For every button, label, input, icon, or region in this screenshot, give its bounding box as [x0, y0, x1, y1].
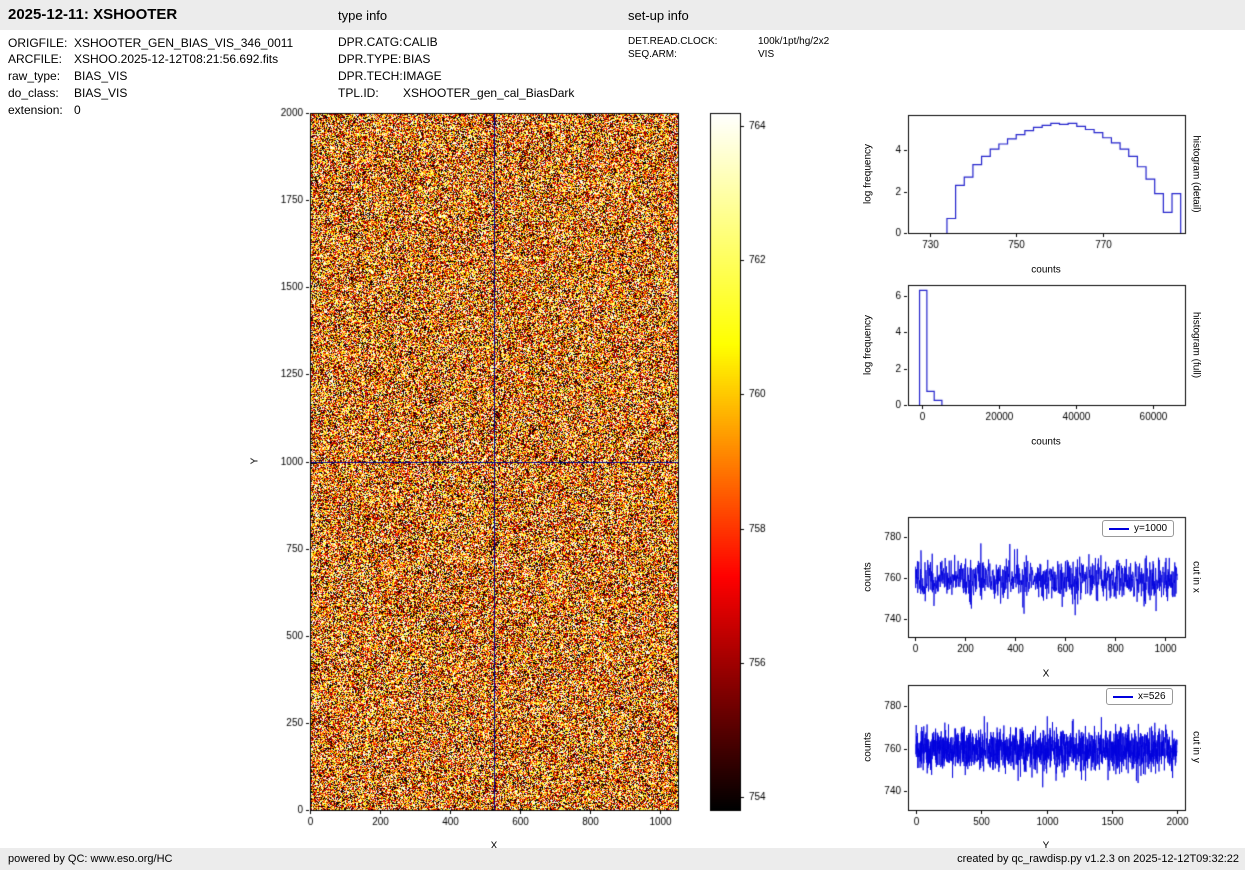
- histogram-full-plot: [860, 277, 1200, 437]
- colorbar: [700, 100, 795, 862]
- origfile-value: XSHOOTER_GEN_BIAS_VIS_346_0011: [74, 36, 293, 50]
- histogram-detail-plot: [860, 105, 1200, 265]
- hist-detail-xlabel: counts: [1031, 265, 1060, 276]
- setup-info-heading: set-up info: [628, 8, 689, 23]
- cut-y-side-label: cut in y: [1191, 731, 1202, 763]
- hist-full-ylabel: log frequency: [863, 315, 874, 375]
- doclass-value: BIAS_VIS: [74, 86, 127, 100]
- raw-image-plot: [248, 100, 693, 862]
- page-title: 2025-12-11: XSHOOTER: [8, 6, 177, 23]
- dpr-catg-value: CALIB: [403, 35, 438, 49]
- dpr-tech-label: DPR.TECH:: [338, 69, 403, 83]
- extension-label: extension:: [8, 103, 63, 117]
- type-info-heading: type info: [338, 8, 387, 23]
- tpl-id-label: TPL.ID:: [338, 86, 379, 100]
- dpr-tech-value: IMAGE: [403, 69, 442, 83]
- legend-cut-x-label: y=1000: [1134, 523, 1167, 534]
- legend-cut-y-label: x=526: [1138, 691, 1166, 702]
- qc-report-page: 2025-12-11: XSHOOTER type info set-up in…: [0, 0, 1245, 870]
- legend-line-sample: [1109, 528, 1129, 530]
- legend-cut-x: y=1000: [1102, 520, 1174, 537]
- cut-x-side-label: cut in x: [1191, 561, 1202, 593]
- seq-arm-label: SEQ.ARM:: [628, 49, 677, 60]
- arcfile-label: ARCFILE:: [8, 52, 62, 66]
- cut-x-ylabel: counts: [863, 562, 874, 591]
- hist-full-xlabel: counts: [1031, 437, 1060, 448]
- main-ylabel: Y: [250, 458, 261, 465]
- rawtype-value: BIAS_VIS: [74, 69, 127, 83]
- footer-created-by: created by qc_rawdisp.py v1.2.3 on 2025-…: [957, 853, 1239, 865]
- hist-detail-side-label: histogram (detail): [1191, 135, 1202, 212]
- hist-full-side-label: histogram (full): [1191, 312, 1202, 378]
- dpr-catg-label: DPR.CATG:: [338, 35, 402, 49]
- doclass-label: do_class:: [8, 86, 59, 100]
- origfile-label: ORIGFILE:: [8, 36, 67, 50]
- dpr-type-value: BIAS: [403, 52, 430, 66]
- tpl-id-value: XSHOOTER_gen_cal_BiasDark: [403, 86, 574, 100]
- seq-arm-value: VIS: [758, 49, 774, 60]
- det-read-clock-label: DET.READ.CLOCK:: [628, 36, 717, 47]
- cut-y-ylabel: counts: [863, 732, 874, 761]
- arcfile-value: XSHOO.2025-12-12T08:21:56.692.fits: [74, 52, 278, 66]
- footer-qc-link[interactable]: powered by QC: www.eso.org/HC: [8, 853, 172, 865]
- dpr-type-label: DPR.TYPE:: [338, 52, 401, 66]
- header-bar: [0, 0, 1245, 30]
- legend-cut-y: x=526: [1106, 688, 1173, 705]
- legend-line-sample: [1113, 696, 1133, 698]
- det-read-clock-value: 100k/1pt/hg/2x2: [758, 36, 829, 47]
- rawtype-label: raw_type:: [8, 69, 60, 83]
- extension-value: 0: [74, 103, 81, 117]
- hist-detail-ylabel: log frequency: [863, 144, 874, 204]
